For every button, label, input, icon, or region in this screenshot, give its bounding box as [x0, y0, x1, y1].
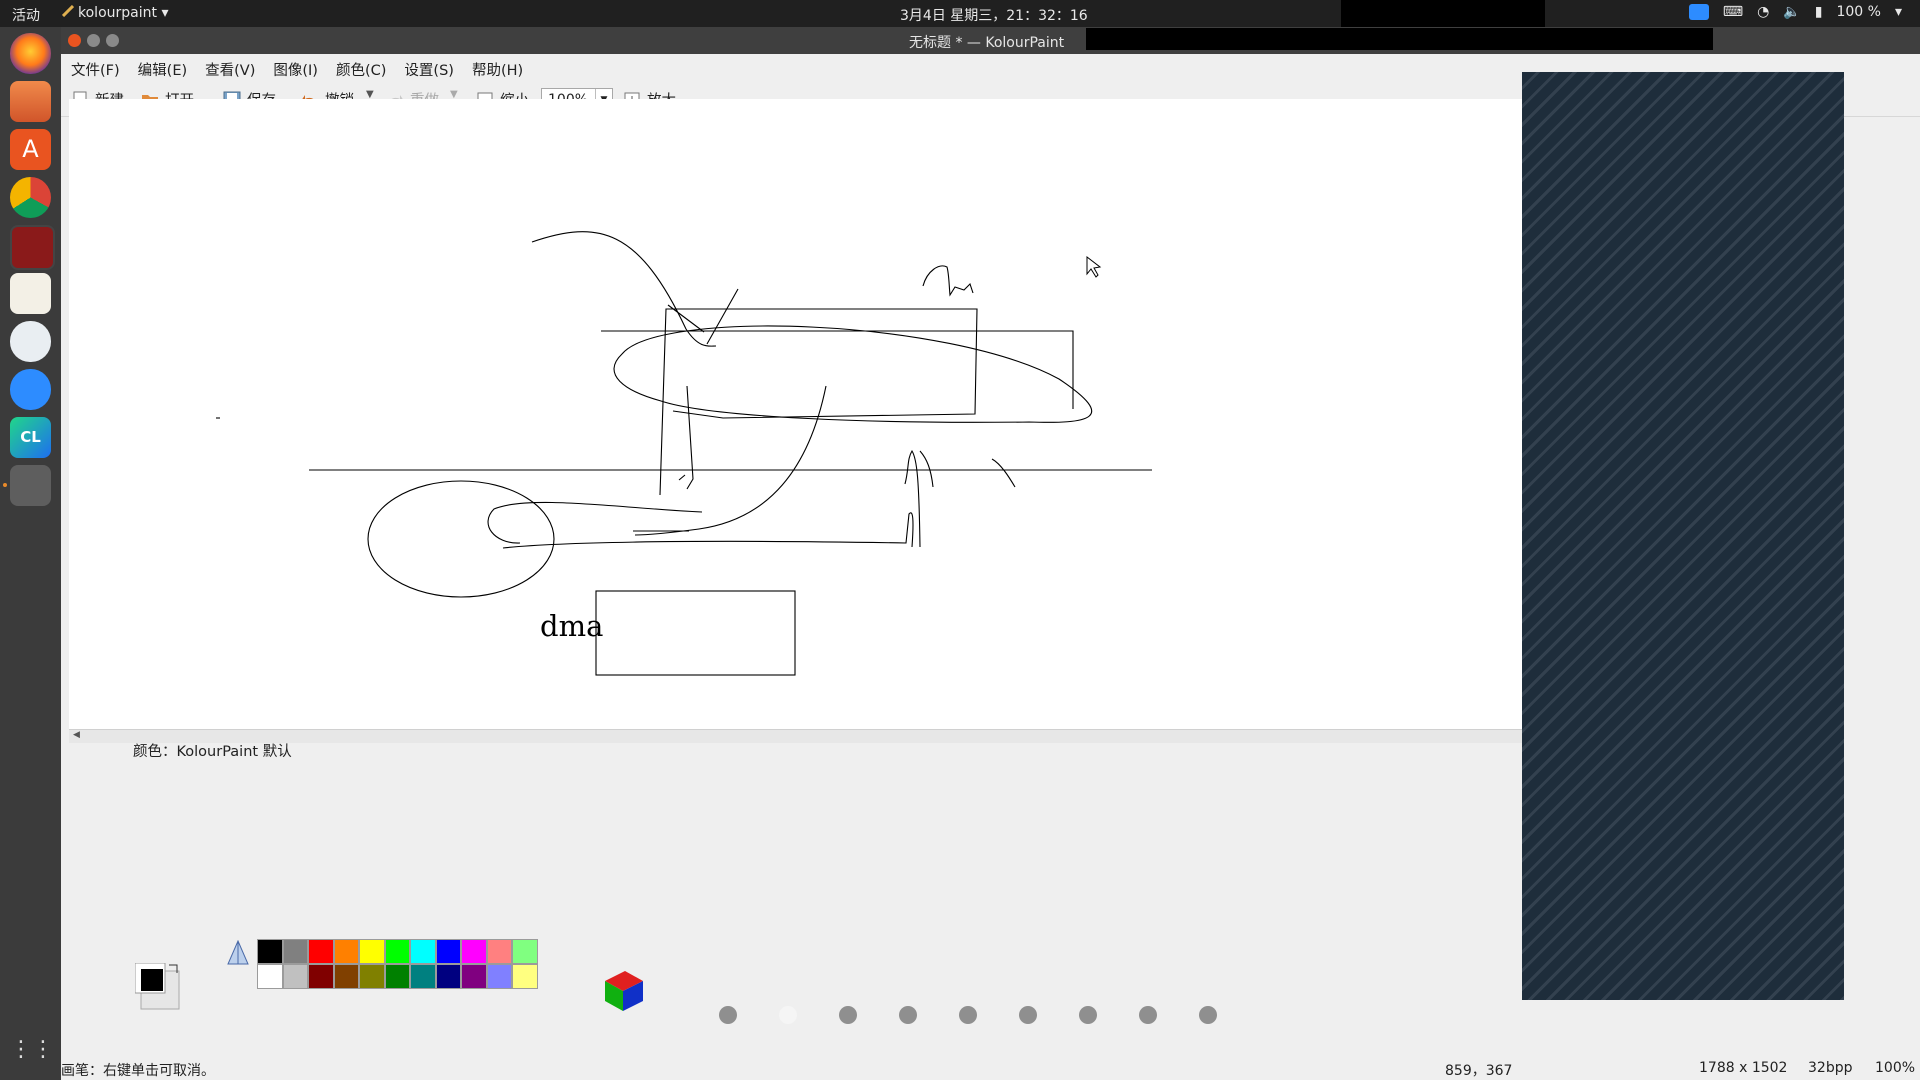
palette-swatch[interactable]	[308, 939, 334, 964]
palette-swatch[interactable]	[410, 939, 436, 964]
palette-swatch[interactable]	[461, 964, 487, 989]
minimize-icon[interactable]	[87, 34, 100, 47]
image-size: 1788 x 1502	[1699, 1060, 1788, 1076]
color-palette-label: 颜色：KolourPaint 默认	[133, 744, 292, 760]
software-center-icon[interactable]: A	[10, 129, 51, 170]
clion-icon[interactable]: CL	[10, 417, 51, 458]
palette-swatch[interactable]	[257, 964, 283, 989]
size-dot[interactable]	[1199, 1006, 1217, 1024]
drawing-canvas[interactable]: dma	[69, 99, 1522, 729]
wifi-icon[interactable]: ◔	[1757, 4, 1769, 20]
mouse-cursor-icon	[1086, 255, 1102, 278]
activities-button[interactable]: 活动	[12, 5, 40, 25]
color-cube-icon[interactable]	[603, 969, 647, 1017]
wechat-icon[interactable]	[10, 321, 51, 362]
palette-swatch[interactable]	[282, 964, 308, 989]
window-title: 无标题 * — KolourPaint	[909, 35, 1065, 51]
palette-swatch[interactable]	[333, 964, 359, 989]
palette-swatch[interactable]	[486, 939, 512, 964]
palette-swatch[interactable]	[486, 964, 512, 989]
palette-swatch[interactable]	[512, 964, 538, 989]
system-tray[interactable]: ⌨ ◔ 🔈 ▮ 100 % ▾	[1688, 4, 1902, 20]
color-depth: 32bpp	[1808, 1060, 1853, 1076]
color-palette[interactable]	[257, 939, 538, 989]
brush-icon	[61, 4, 75, 18]
fg-bg-swatch	[134, 962, 180, 1010]
chevron-down-icon: ▾	[161, 5, 169, 21]
kolourpaint-dock-icon[interactable]	[10, 465, 51, 506]
files-icon[interactable]	[10, 81, 51, 122]
palette-swatch[interactable]	[384, 939, 410, 964]
palette-swatch[interactable]	[461, 939, 487, 964]
drawing-strokes	[216, 231, 1152, 676]
dock: A CL ⋮⋮	[0, 27, 61, 1080]
zoom-tray-icon[interactable]	[1688, 4, 1709, 20]
system-top-bar: 活动 kolourpaint ▾ 3月4日 星期三，21：32：16 ⌨ ◔ 🔈…	[0, 0, 1920, 27]
size-dot[interactable]	[959, 1006, 977, 1024]
palette-swatch[interactable]	[512, 939, 538, 964]
close-icon[interactable]	[68, 34, 81, 47]
palette-swatch[interactable]	[308, 964, 334, 989]
palette-swatch[interactable]	[384, 964, 410, 989]
running-indicator	[3, 483, 7, 487]
size-dot[interactable]	[839, 1006, 857, 1024]
firefox-icon[interactable]	[10, 33, 51, 74]
palette-swatch[interactable]	[359, 964, 385, 989]
menu-edit[interactable]: 编辑(E)	[129, 54, 196, 82]
menu-image[interactable]: 图像(I)	[264, 54, 327, 82]
volume-icon[interactable]: 🔈	[1783, 4, 1800, 20]
app-menu-label: kolourpaint	[78, 5, 157, 21]
show-apps-icon[interactable]: ⋮⋮	[10, 1029, 54, 1070]
title-bar[interactable]: 无标题 * — KolourPaint	[61, 27, 1920, 54]
menu-colors[interactable]: 颜色(C)	[327, 54, 395, 82]
palette-swatch[interactable]	[435, 964, 461, 989]
palette-swatch[interactable]	[282, 939, 308, 964]
fg-bg-colors[interactable]	[134, 962, 187, 1019]
size-dot[interactable]	[719, 1006, 737, 1024]
color-picker-icon[interactable]	[226, 939, 250, 970]
size-dot[interactable]	[1139, 1006, 1157, 1024]
menu-file[interactable]: 文件(F)	[61, 54, 129, 82]
clock[interactable]: 3月4日 星期三，21：32：16	[900, 5, 1200, 25]
canvas-text-dma: dma	[540, 609, 604, 643]
menu-view[interactable]: 查看(V)	[196, 54, 264, 82]
chrome-icon[interactable]	[10, 177, 51, 218]
palette-swatch[interactable]	[257, 939, 283, 964]
menu-help[interactable]: 帮助(H)	[463, 54, 532, 82]
zoom-level: 100%	[1875, 1060, 1916, 1076]
battery-icon[interactable]: ▮	[1815, 4, 1823, 20]
size-dot[interactable]	[899, 1006, 917, 1024]
maximize-icon[interactable]	[106, 34, 119, 47]
redacted-region	[1086, 28, 1713, 50]
status-bar: 画笔：右键单击可取消。 859，367 1788 x 1502 32bpp 10…	[61, 1057, 1920, 1080]
terminal-app-icon[interactable]	[10, 225, 55, 270]
battery-label: 100 %	[1836, 4, 1881, 20]
size-dot[interactable]	[779, 1006, 797, 1024]
background-window	[1522, 72, 1844, 1000]
size-dot[interactable]	[1019, 1006, 1037, 1024]
menu-settings[interactable]: 设置(S)	[395, 54, 463, 82]
scroll-left-icon[interactable]: ◀	[73, 730, 80, 740]
text-editor-icon[interactable]	[10, 273, 51, 314]
palette-swatch[interactable]	[333, 939, 359, 964]
palette-swatch[interactable]	[359, 939, 385, 964]
app-menu[interactable]: kolourpaint ▾	[61, 4, 169, 21]
size-dot[interactable]	[1079, 1006, 1097, 1024]
cursor-position: 859，367	[1445, 1063, 1513, 1079]
zoom-app-icon[interactable]	[10, 369, 51, 410]
palette-swatch[interactable]	[410, 964, 436, 989]
keyboard-icon[interactable]: ⌨	[1723, 4, 1743, 20]
palette-swatch[interactable]	[435, 939, 461, 964]
redacted-region	[1341, 0, 1545, 27]
chevron-down-icon[interactable]: ▾	[1895, 4, 1902, 20]
status-hint: 画笔：右键单击可取消。	[61, 1063, 215, 1079]
